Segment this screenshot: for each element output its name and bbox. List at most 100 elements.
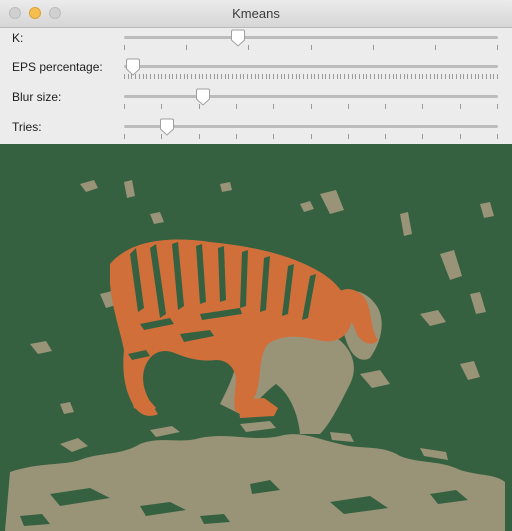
slider-tick (150, 74, 152, 79)
slider-tick (482, 74, 484, 79)
eps-slider-ticks (124, 74, 498, 79)
slider-tick (347, 74, 349, 79)
slider-tick (340, 74, 342, 79)
slider-tick (220, 74, 222, 79)
slider-tick (372, 45, 374, 50)
slider-tick (344, 74, 346, 79)
slider-tick (124, 104, 125, 109)
slider-tick (273, 134, 275, 139)
slider-tick (403, 74, 405, 79)
slider-tick (441, 74, 443, 79)
blur-slider-row: Blur size: (0, 87, 512, 117)
slider-tick (381, 74, 383, 79)
slider-tick (429, 74, 431, 79)
slider-tick (433, 74, 435, 79)
slider-tick (194, 74, 196, 79)
trackbar-panel: K: EPS percentage: Blur size: Tries: (0, 28, 512, 143)
slider-tick (329, 74, 331, 79)
slider-tick (191, 74, 193, 79)
slider-tick (206, 74, 208, 79)
slider-tick (385, 74, 387, 79)
slider-tick (224, 74, 226, 79)
slider-tick (248, 45, 250, 50)
slider-tick (284, 74, 286, 79)
slider-tick (172, 74, 174, 79)
slider-tick (235, 74, 237, 79)
slider-tick (310, 134, 312, 139)
slider-tick (459, 134, 461, 139)
blur-slider-thumb[interactable] (195, 88, 211, 106)
tries-slider-track[interactable] (124, 125, 498, 128)
k-slider-track[interactable] (124, 36, 498, 39)
slider-tick (493, 74, 495, 79)
slider-tick (497, 45, 498, 50)
slider-tick (463, 74, 465, 79)
k-slider-thumb[interactable] (230, 29, 246, 47)
slider-tick (213, 74, 215, 79)
slider-tick (146, 74, 148, 79)
slider-tick (179, 74, 181, 79)
slider-tick (258, 74, 260, 79)
blur-slider-track[interactable] (124, 95, 498, 98)
tries-slider-ticks (124, 134, 498, 139)
slider-tick (362, 74, 364, 79)
slider-tick (288, 74, 290, 79)
eps-slider-thumb[interactable] (125, 58, 141, 76)
slider-tick (254, 74, 256, 79)
slider-tick (247, 74, 249, 79)
slider-tick (235, 134, 237, 139)
slider-tick (444, 74, 446, 79)
slider-tick (358, 74, 360, 79)
slider-tick (485, 74, 487, 79)
slider-tick (262, 74, 263, 79)
slider-tick (418, 74, 420, 79)
slider-tick (448, 74, 450, 79)
tries-slider-thumb[interactable] (159, 118, 175, 136)
slider-tick (187, 74, 189, 79)
tries-label: Tries: (12, 120, 42, 134)
slider-tick (228, 74, 230, 79)
slider-tick (355, 74, 357, 79)
tries-slider-row: Tries: (0, 117, 512, 147)
slider-tick (165, 74, 167, 79)
slider-tick (434, 45, 436, 50)
slider-tick (124, 45, 125, 50)
slider-tick (217, 74, 219, 79)
slider-tick (474, 74, 476, 79)
slider-tick (186, 45, 188, 50)
slider-tick (452, 74, 454, 79)
slider-tick (422, 134, 424, 139)
slider-tick (370, 74, 372, 79)
k-slider-row: K: (0, 28, 512, 58)
slider-tick (232, 74, 234, 79)
slider-tick (385, 104, 387, 109)
slider-tick (388, 74, 390, 79)
slider-tick (336, 74, 338, 79)
slider-tick (392, 74, 394, 79)
slider-tick (202, 74, 204, 79)
slider-tick (459, 74, 461, 79)
slider-tick (161, 74, 163, 79)
slider-tick (422, 74, 424, 79)
slider-tick (497, 74, 498, 79)
slider-tick (276, 74, 278, 79)
slider-tick (396, 74, 398, 79)
k-label: K: (12, 31, 24, 45)
slider-tick (280, 74, 282, 79)
slider-tick (250, 74, 252, 79)
eps-slider-track[interactable] (124, 65, 498, 68)
slider-tick (489, 74, 491, 79)
slider-tick (400, 74, 402, 79)
slider-tick (161, 104, 163, 109)
slider-tick (426, 74, 428, 79)
slider-tick (291, 74, 293, 79)
slider-tick (243, 74, 245, 79)
slider-tick (332, 74, 334, 79)
slider-tick (470, 74, 472, 79)
slider-tick (497, 134, 498, 139)
slider-tick (407, 74, 409, 79)
slider-tick (273, 104, 275, 109)
slider-tick (347, 134, 349, 139)
slider-tick (306, 74, 308, 79)
slider-tick (183, 74, 185, 79)
